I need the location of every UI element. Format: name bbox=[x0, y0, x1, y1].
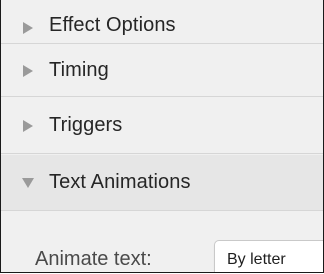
section-timing[interactable]: Timing bbox=[1, 45, 323, 97]
chevron-right-icon bbox=[21, 64, 35, 78]
section-label: Triggers bbox=[49, 114, 123, 136]
section-label: Effect Options bbox=[49, 14, 176, 36]
chevron-right-icon bbox=[21, 119, 35, 133]
chevron-right-icon bbox=[21, 21, 35, 35]
animation-pane: Effect Options Timing Triggers Text Anim… bbox=[0, 0, 324, 273]
section-label: Timing bbox=[49, 59, 109, 81]
animate-text-select[interactable]: By letter bbox=[214, 240, 323, 272]
section-triggers[interactable]: Triggers bbox=[1, 98, 323, 154]
animate-text-label: Animate text: bbox=[35, 248, 152, 270]
animate-text-value: By letter bbox=[227, 251, 286, 268]
chevron-down-icon bbox=[21, 176, 35, 190]
section-text-animations[interactable]: Text Animations bbox=[1, 155, 323, 211]
section-label: Text Animations bbox=[49, 171, 191, 193]
section-effect-options[interactable]: Effect Options bbox=[1, 0, 323, 44]
text-animations-content: Animate text: By letter bbox=[1, 212, 323, 272]
